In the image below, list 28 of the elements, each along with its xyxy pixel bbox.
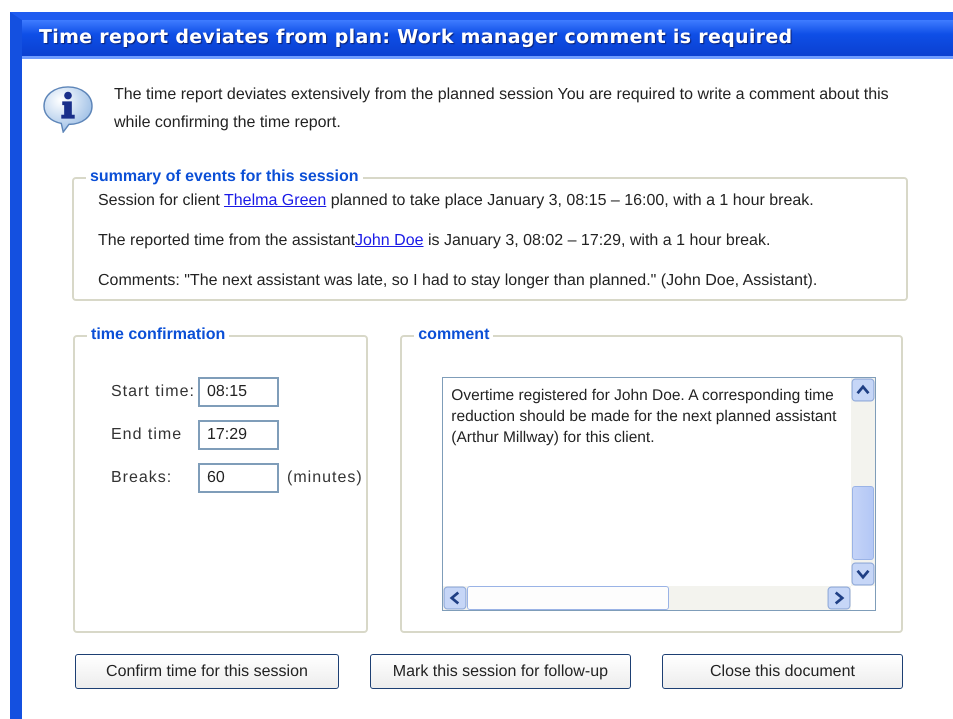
summary-text: Session for client Thelma Green planned to take place January 3, 08:15 – 16:00, with a 1 hour break.: [98, 191, 815, 211]
summary-text: The reported time from the assistantJohn Doe is January 3, 08:02 – 17:29, with a 1 hour break.: [98, 231, 772, 251]
link[interactable]: John Doe: [355, 232, 424, 249]
notice-text: The time report deviates extensively from the planned session You are required to write a comment about this while confirming the time report.: [114, 85, 890, 133]
input-field[interactable]: 08:15: [198, 377, 279, 407]
scroll-left-icon[interactable]: [443, 586, 468, 610]
group-legend: summary of events for this session: [86, 167, 363, 187]
field-label: Breaks:: [111, 469, 174, 487]
action-button[interactable]: Confirm time for this session: [75, 654, 339, 689]
scroll-thumb[interactable]: [852, 486, 874, 560]
horizontal-scrollbar[interactable]: [443, 586, 852, 610]
link[interactable]: Thelma Green: [224, 192, 326, 209]
summary-text: Comments: "The next assistant was late, so I had to stay longer than planned." (John Doe, Assistant).: [98, 271, 818, 291]
scroll-thumb[interactable]: [467, 586, 670, 610]
input-field[interactable]: 17:29: [198, 420, 279, 450]
action-button[interactable]: Close this document: [662, 654, 903, 689]
input-field[interactable]: 60: [198, 463, 279, 493]
scroll-right-icon[interactable]: [827, 586, 852, 610]
action-button[interactable]: Mark this session for follow-up: [370, 654, 631, 689]
scroll-down-icon[interactable]: [851, 562, 876, 586]
comment-field[interactable]: Overtime registered for John Doe. A corresponding time reduction should be made for the next planned assistant (Arthur Millway) for this client.: [443, 378, 852, 586]
info-icon: [42, 85, 94, 133]
window-title: Time report deviates from plan: Work manager comment is required: [22, 20, 953, 59]
field-label: End time: [111, 426, 184, 444]
scroll-up-icon[interactable]: [851, 378, 876, 402]
vertical-scrollbar[interactable]: [851, 378, 876, 586]
unit-label: (minutes): [286, 469, 364, 487]
field-label: Start time:: [111, 383, 196, 401]
